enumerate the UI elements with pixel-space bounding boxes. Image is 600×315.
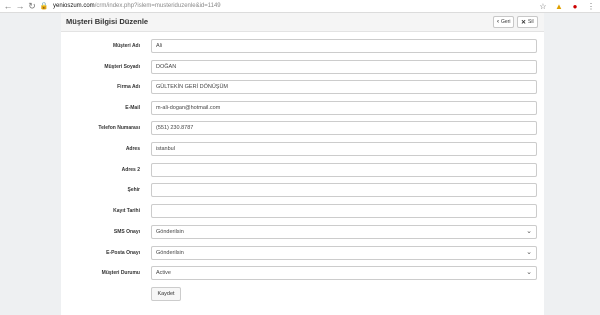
customer-status-value: Active — [156, 270, 171, 276]
reload-icon[interactable]: ↻ — [26, 0, 38, 12]
back-button-label: Geri — [501, 19, 511, 25]
sms-consent-label: SMS Onayı — [113, 229, 140, 235]
form-row-first-name: Müşteri Adı Ali — [61, 39, 544, 53]
address-2-label: Adres 2 — [121, 167, 140, 173]
address-2-field[interactable] — [151, 163, 537, 177]
email-consent-label: E-Posta Onayı — [106, 250, 140, 256]
company-field[interactable]: GÜLTEKİN GERİ DÖNÜŞÜM — [151, 80, 537, 94]
customer-status-select[interactable]: Active — [151, 266, 537, 280]
city-field[interactable] — [151, 183, 537, 197]
panel-header: Müşteri Bilgisi Düzenle ‹ Geri ✕ Sil — [61, 13, 544, 32]
delete-button[interactable]: ✕ Sil — [517, 16, 538, 28]
address-bar[interactable]: yenioszum.com/crm/index.php?islem=muster… — [53, 3, 221, 9]
form-row-address-2: Adres 2 — [61, 163, 544, 177]
city-label: Şehir — [127, 187, 140, 193]
lock-icon: 🔒 — [39, 3, 49, 10]
sms-consent-select[interactable]: Gönderilsin — [151, 225, 537, 239]
back-button[interactable]: ‹ Geri — [493, 16, 515, 28]
form-row-phone: Telefon Numarası (551) 230.8787 — [61, 121, 544, 135]
form-row-company: Firma Adı GÜLTEKİN GERİ DÖNÜŞÜM — [61, 80, 544, 94]
url-path: /crm/index.php?islem=musteriduzenle&id=1… — [94, 3, 221, 9]
form-row-sms-consent: SMS Onayı Gönderilsin — [61, 225, 544, 239]
extension-icon[interactable]: ▲ — [554, 1, 564, 11]
form-row-email-consent: E-Posta Onayı Gönderilsin — [61, 246, 544, 260]
profile-icon[interactable]: ● — [570, 1, 580, 11]
menu-icon[interactable]: ⋮ — [586, 1, 596, 11]
form-row-city: Şehir — [61, 183, 544, 197]
url-domain: yenioszum.com — [53, 3, 95, 9]
back-icon[interactable]: ← — [2, 0, 14, 12]
first-name-label: Müşteri Adı — [112, 43, 140, 49]
email-consent-value: Gönderilsin — [156, 250, 184, 256]
email-consent-select[interactable]: Gönderilsin — [151, 246, 537, 260]
star-icon[interactable]: ☆ — [538, 1, 548, 11]
save-button[interactable]: Kaydet — [151, 287, 181, 301]
form-row-address: Adres istanbul — [61, 142, 544, 156]
page-title: Müşteri Bilgisi Düzenle — [66, 17, 149, 26]
customer-edit-panel: Müşteri Bilgisi Düzenle ‹ Geri ✕ Sil Müş… — [61, 13, 544, 315]
address-label: Adres — [125, 146, 140, 152]
close-icon: ✕ — [521, 19, 527, 26]
forward-icon[interactable]: → — [14, 0, 26, 12]
delete-button-label: Sil — [528, 19, 534, 25]
phone-label: Telefon Numarası — [98, 125, 140, 131]
registration-date-label: Kayıt Tarihi — [113, 208, 140, 214]
form-row-last-name: Müşteri Soyadı DOĞAN — [61, 60, 544, 74]
registration-date-field[interactable] — [151, 204, 537, 218]
chevron-left-icon: ‹ — [497, 19, 499, 25]
company-label: Firma Adı — [117, 84, 140, 90]
first-name-field[interactable]: Ali — [151, 39, 537, 53]
form-row-customer-status: Müşteri Durumu Active — [61, 266, 544, 280]
email-field[interactable]: m-ali-dogan@hotmail.com — [151, 101, 537, 115]
form-row-registration-date: Kayıt Tarihi — [61, 204, 544, 218]
customer-status-label: Müşteri Durumu — [101, 270, 140, 276]
last-name-field[interactable]: DOĞAN — [151, 60, 537, 74]
browser-toolbar: ← → ↻ 🔒 yenioszum.com/crm/index.php?isle… — [0, 0, 600, 13]
sms-consent-value: Gönderilsin — [156, 229, 184, 235]
form-row-email: E-Mail m-ali-dogan@hotmail.com — [61, 101, 544, 115]
address-field[interactable]: istanbul — [151, 142, 537, 156]
last-name-label: Müşteri Soyadı — [104, 64, 140, 70]
email-label: E-Mail — [125, 105, 140, 111]
phone-field[interactable]: (551) 230.8787 — [151, 121, 537, 135]
